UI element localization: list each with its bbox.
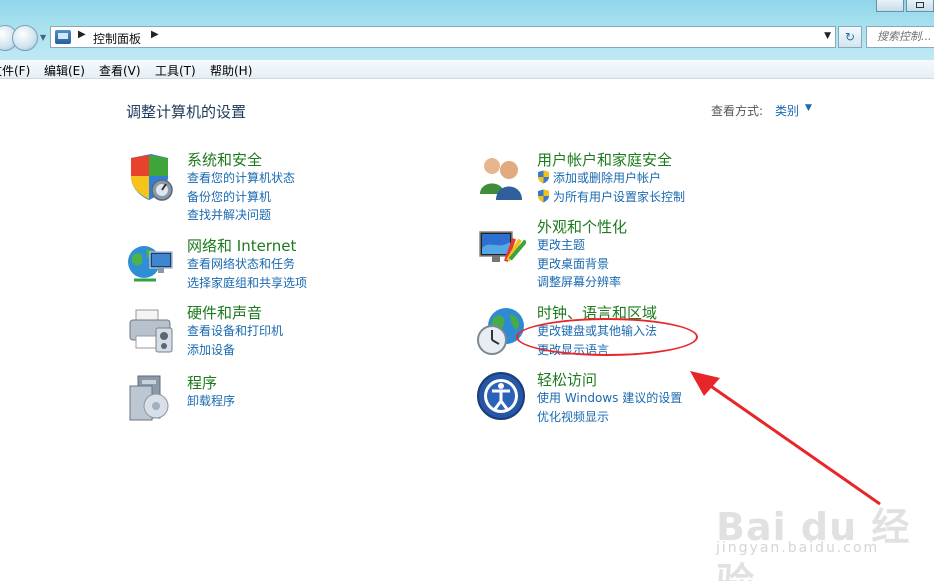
category-title[interactable]: 轻松访问 — [537, 371, 682, 389]
baidu-watermark: Bai du 经验 — [716, 505, 911, 581]
category-programs: 程序 卸载程序 — [187, 374, 235, 411]
category-title[interactable]: 硬件和声音 — [187, 304, 283, 322]
link-view-computer-status[interactable]: 查看您的计算机状态 — [187, 169, 295, 188]
page-title: 调整计算机的设置 — [126, 103, 247, 121]
link-screen-resolution[interactable]: 调整屏幕分辨率 — [537, 273, 627, 292]
ease-of-access-icon[interactable] — [476, 371, 526, 421]
link-parental-controls[interactable]: 为所有用户设置家长控制 — [537, 188, 685, 207]
category-network-internet: 网络和 Internet 查看网络状态和任务 选择家庭组和共享选项 — [187, 237, 307, 292]
maximize-icon — [916, 2, 924, 8]
link-optimize-video-display[interactable]: 优化视频显示 — [537, 408, 682, 427]
annotation-arrow-icon — [690, 371, 881, 506]
control-panel-icon — [55, 30, 71, 44]
menu-edit[interactable]: 编辑(E) — [44, 62, 85, 79]
link-add-device[interactable]: 添加设备 — [187, 341, 283, 360]
uac-shield-icon — [538, 189, 549, 202]
menu-file[interactable]: 文件(F) — [0, 62, 30, 79]
link-homegroup-sharing[interactable]: 选择家庭组和共享选项 — [187, 274, 307, 293]
recent-pages-dropdown-icon[interactable]: ▼ — [40, 33, 46, 42]
programs-icon[interactable] — [126, 374, 176, 424]
shield-icon[interactable] — [126, 152, 176, 202]
annotation-ellipse — [516, 318, 698, 356]
address-bar[interactable]: ▶ 控制面板 ▶ ▼ — [50, 26, 836, 48]
breadcrumb-arrow-icon[interactable]: ▶ — [78, 29, 86, 40]
uac-shield-icon — [538, 170, 549, 184]
monitor-icon[interactable] — [476, 224, 526, 274]
breadcrumb-arrow-icon[interactable]: ▶ — [151, 29, 159, 40]
category-title[interactable]: 外观和个性化 — [537, 218, 627, 236]
refresh-icon: ↻ — [844, 30, 856, 44]
category-hardware-sound: 硬件和声音 查看设备和打印机 添加设备 — [187, 304, 283, 359]
category-appearance: 外观和个性化 更改主题 更改桌面背景 调整屏幕分辨率 — [537, 218, 627, 292]
view-by-dropdown[interactable]: 类别 — [775, 102, 799, 119]
minimize-button[interactable] — [876, 0, 904, 12]
search-input[interactable]: 搜索控制... — [866, 26, 934, 48]
breadcrumb-control-panel[interactable]: 控制面板 — [93, 30, 141, 47]
link-label: 为所有用户设置家长控制 — [553, 189, 686, 204]
users-icon[interactable] — [476, 152, 526, 202]
window-titlebar: ▼ ▶ 控制面板 ▶ ▼ ↻ 搜索控制... — [0, 0, 934, 60]
category-title[interactable]: 程序 — [187, 374, 235, 392]
view-by-label: 查看方式: — [711, 104, 764, 118]
category-title[interactable]: 系统和安全 — [187, 151, 295, 169]
link-label: 添加或删除用户帐户 — [553, 171, 662, 185]
watermark-url: jingyan.baidu.com — [716, 540, 880, 556]
category-system-security: 系统和安全 查看您的计算机状态 备份您的计算机 查找并解决问题 — [187, 151, 295, 225]
link-change-background[interactable]: 更改桌面背景 — [537, 255, 627, 274]
refresh-button[interactable]: ↻ — [838, 26, 862, 48]
category-title[interactable]: 网络和 Internet — [187, 237, 307, 255]
printer-icon[interactable] — [126, 306, 176, 356]
link-devices-printers[interactable]: 查看设备和打印机 — [187, 322, 283, 341]
link-backup-computer[interactable]: 备份您的计算机 — [187, 188, 295, 207]
link-change-theme[interactable]: 更改主题 — [537, 236, 627, 255]
globe-network-icon[interactable] — [126, 240, 176, 290]
link-network-status[interactable]: 查看网络状态和任务 — [187, 255, 307, 274]
link-windows-suggested-settings[interactable]: 使用 Windows 建议的设置 — [537, 389, 682, 408]
menu-tools[interactable]: 工具(T) — [155, 62, 196, 79]
link-troubleshoot[interactable]: 查找并解决问题 — [187, 206, 295, 225]
menu-bar: 文件(F) 编辑(E) 查看(V) 工具(T) 帮助(H) — [0, 60, 934, 79]
link-uninstall-program[interactable]: 卸载程序 — [187, 392, 235, 411]
category-title[interactable]: 用户帐户和家庭安全 — [537, 151, 685, 169]
forward-button[interactable] — [12, 25, 38, 51]
category-ease-of-access: 轻松访问 使用 Windows 建议的设置 优化视频显示 — [537, 371, 682, 426]
window-controls — [874, 0, 934, 12]
menu-view[interactable]: 查看(V) — [99, 62, 141, 79]
menu-help[interactable]: 帮助(H) — [210, 62, 252, 79]
link-add-remove-accounts[interactable]: 添加或删除用户帐户 — [537, 169, 685, 188]
maximize-button[interactable] — [906, 0, 934, 12]
chevron-down-icon[interactable]: ▼ — [805, 103, 812, 113]
category-user-accounts: 用户帐户和家庭安全 添加或删除用户帐户 为所有用户设置家长控制 — [537, 151, 685, 206]
address-dropdown-icon[interactable]: ▼ — [824, 31, 831, 41]
